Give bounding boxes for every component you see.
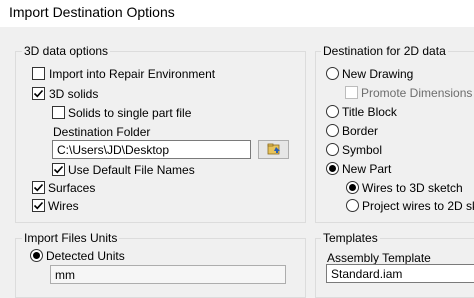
assembly-template-label: Assembly Template (327, 251, 431, 265)
project-wires-radio[interactable] (346, 199, 359, 212)
3d-solids-checkbox[interactable] (32, 87, 45, 100)
new-drawing-label[interactable]: New Drawing (342, 67, 413, 81)
symbol-radio[interactable] (326, 143, 339, 156)
surfaces-label[interactable]: Surfaces (48, 181, 95, 195)
checkmark-icon (53, 165, 64, 174)
new-drawing-radio[interactable] (326, 67, 339, 80)
title-block-label[interactable]: Title Block (342, 105, 397, 119)
use-default-names-label[interactable]: Use Default File Names (68, 163, 195, 177)
detected-units-label[interactable]: Detected Units (46, 249, 125, 263)
folder-browse-icon (267, 143, 280, 155)
import-repair-label[interactable]: Import into Repair Environment (49, 67, 215, 81)
symbol-label[interactable]: Symbol (342, 143, 382, 157)
radio-selected-dot (329, 165, 336, 172)
wires-to-3d-sketch-label[interactable]: Wires to 3D sketch (362, 181, 463, 195)
wires-to-3d-sketch-radio[interactable] (346, 181, 359, 194)
destination-folder-field[interactable]: C:\Users\JD\Desktop (52, 140, 251, 159)
group-3d-data-options-label: 3D data options (22, 44, 111, 58)
radio-selected-dot (33, 252, 40, 259)
solids-single-part-label[interactable]: Solids to single part file (68, 106, 191, 120)
wires-label[interactable]: Wires (48, 199, 79, 213)
surfaces-checkbox[interactable] (32, 181, 45, 194)
group-templates-label: Templates (321, 231, 380, 245)
border-label[interactable]: Border (342, 124, 378, 138)
promote-dimensions-checkbox[interactable] (345, 86, 358, 99)
new-part-label[interactable]: New Part (342, 162, 391, 176)
radio-selected-dot (349, 184, 356, 191)
promote-dimensions-label[interactable]: Promote Dimensions To Sketch (361, 86, 474, 100)
solids-single-part-checkbox[interactable] (52, 106, 65, 119)
checkmark-icon (33, 89, 44, 98)
destination-folder-label: Destination Folder (53, 125, 151, 139)
units-value-field[interactable]: mm (50, 265, 286, 284)
checkmark-icon (33, 183, 44, 192)
browse-folder-button[interactable] (258, 140, 289, 159)
import-repair-checkbox[interactable] (32, 67, 45, 80)
window-title: Import Destination Options (9, 4, 175, 20)
assembly-template-field[interactable]: Standard.iam (326, 264, 474, 283)
title-block-radio[interactable] (326, 105, 339, 118)
checkmark-icon (33, 201, 44, 210)
group-destination-2d-label: Destination for 2D data (321, 44, 448, 58)
border-radio[interactable] (326, 124, 339, 137)
use-default-names-checkbox[interactable] (52, 163, 65, 176)
detected-units-radio[interactable] (30, 249, 43, 262)
group-import-units-label: Import Files Units (22, 231, 120, 245)
3d-solids-label[interactable]: 3D solids (49, 87, 98, 101)
new-part-radio[interactable] (326, 162, 339, 175)
project-wires-label[interactable]: Project wires to 2D sketch (362, 199, 474, 213)
wires-checkbox[interactable] (32, 199, 45, 212)
